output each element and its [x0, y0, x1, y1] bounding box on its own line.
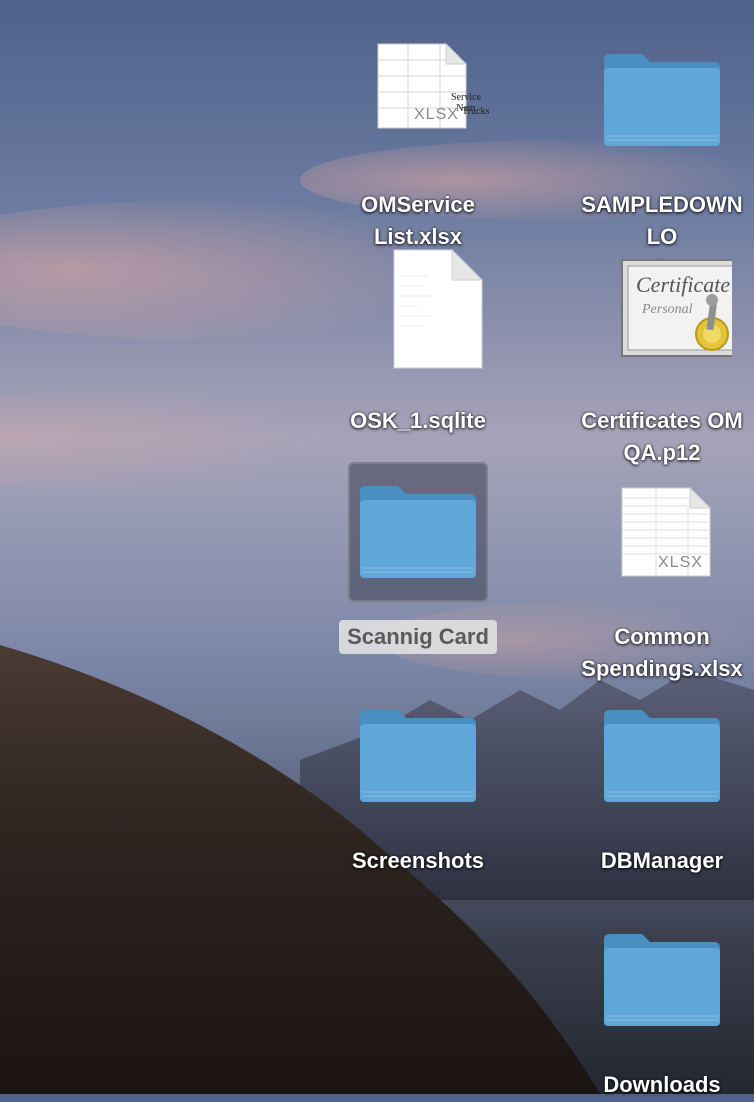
desktop-icon-dbmanager[interactable]: DBManager	[572, 686, 752, 878]
icon-label-selected: Scannig Card	[339, 620, 497, 654]
folder-icon	[592, 910, 732, 1050]
icon-label: Certificates OM QA.p12	[581, 408, 743, 465]
icon-label: Screenshots	[351, 848, 485, 873]
file-type-badge: XLSX	[414, 106, 459, 123]
document-file-icon	[348, 246, 488, 386]
spreadsheet-preview-text-2: Trucks	[462, 106, 490, 117]
folder-icon	[592, 686, 732, 826]
desktop-icon-scannig-card[interactable]: Scannig Card	[328, 462, 508, 654]
desktop-icon-common-spendings[interactable]: XLSX Common Spendings.xlsx	[572, 462, 752, 686]
icon-label: Common Spendings.xlsx	[581, 624, 743, 681]
certificate-icon: Certificate Personal	[592, 246, 741, 386]
desktop-icon-downloads[interactable]: Downloads	[572, 910, 752, 1102]
desktop-icon-omservice-list[interactable]: Service Nam Trucks XLSX OMService List.x…	[328, 30, 508, 254]
icon-label: OSK_1.sqlite	[350, 408, 486, 433]
file-type-badge: XLSX	[658, 554, 703, 571]
folder-icon	[348, 686, 488, 826]
icon-label: Downloads	[603, 1072, 721, 1097]
desktop-icon-screenshots[interactable]: Screenshots	[328, 686, 508, 878]
icon-label: OMService List.xlsx	[361, 192, 475, 249]
folder-icon	[348, 462, 488, 602]
spreadsheet-file-icon: XLSX	[592, 462, 732, 602]
spreadsheet-file-icon: Service Nam Trucks XLSX	[348, 30, 490, 170]
icon-label: DBManager	[600, 848, 724, 873]
desktop-icon-osk-sqlite[interactable]: OSK_1.sqlite	[328, 246, 508, 438]
certificate-preview-title: Certificate	[636, 272, 731, 297]
certificate-preview-subtitle: Personal	[642, 302, 693, 317]
desktop-icon-certificates[interactable]: Certificate Personal Certificates OM QA.…	[572, 246, 752, 470]
folder-icon	[592, 30, 732, 170]
